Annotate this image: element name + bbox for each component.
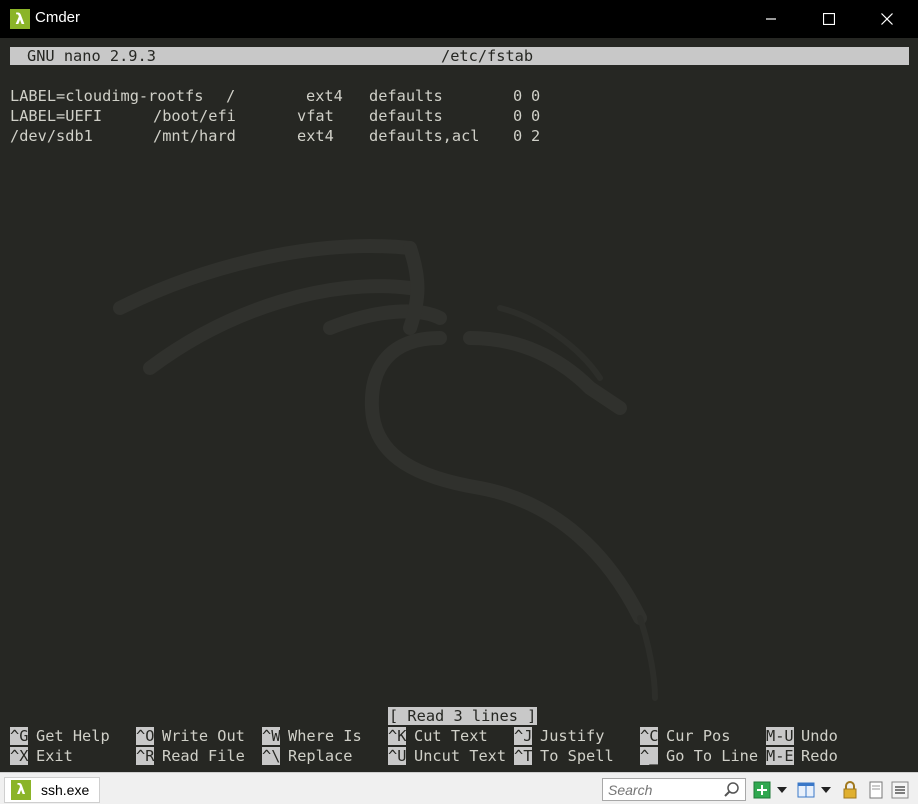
shortcut-cut-text[interactable]: ^K Cut Text bbox=[388, 726, 508, 746]
shortcut-go-to-line[interactable]: ^_ Go To Line bbox=[640, 746, 764, 766]
close-button[interactable] bbox=[858, 0, 916, 38]
shortcut-label: Cur Pos bbox=[666, 727, 731, 745]
lock-icon[interactable] bbox=[840, 780, 860, 800]
fstab-device: /dev/sdb1 bbox=[10, 127, 93, 145]
shortcut-label: Read File bbox=[162, 747, 245, 765]
fstab-pass: 0 bbox=[531, 107, 541, 125]
shortcut-label: Cut Text bbox=[414, 727, 488, 745]
shortcut-justify[interactable]: ^J Justify bbox=[514, 726, 634, 746]
maximize-button[interactable] bbox=[800, 0, 858, 38]
fstab-type: ext4 bbox=[306, 87, 343, 105]
dropdown-icon[interactable] bbox=[775, 780, 789, 800]
shortcut-key: ^T bbox=[514, 747, 533, 765]
shortcut-label: Exit bbox=[36, 747, 73, 765]
shortcut-label: To Spell bbox=[540, 747, 614, 765]
nano-status-message: [ Read 3 lines ] bbox=[388, 707, 538, 725]
shortcut-label: Get Help bbox=[36, 727, 110, 745]
fstab-mount: /boot/efi bbox=[153, 107, 236, 125]
shortcut-label: Go To Line bbox=[666, 747, 759, 765]
fstab-pass: 2 bbox=[531, 127, 541, 145]
fstab-type: ext4 bbox=[297, 127, 334, 145]
shortcut-key: ^R bbox=[136, 747, 155, 765]
fstab-pass: 0 bbox=[531, 87, 541, 105]
fstab-options: defaults,acl bbox=[369, 127, 480, 145]
file-name: /etc/fstab bbox=[441, 47, 534, 65]
shortcut-redo[interactable]: M-E Redo bbox=[766, 746, 886, 766]
kali-dragon-background-icon bbox=[113, 239, 658, 701]
status-bar: λ ssh.exe bbox=[0, 772, 918, 804]
search-icon[interactable] bbox=[723, 781, 741, 799]
title-bar: λ Cmder bbox=[0, 0, 918, 38]
shortcut-label: Justify bbox=[540, 727, 605, 745]
lambda-icon: λ bbox=[10, 9, 30, 29]
shortcut-to-spell[interactable]: ^T To Spell bbox=[514, 746, 634, 766]
shortcut-uncut-text[interactable]: ^U Uncut Text bbox=[388, 746, 512, 766]
search-input[interactable] bbox=[608, 779, 724, 800]
fstab-options: defaults bbox=[369, 87, 443, 105]
console-buffer-icon[interactable] bbox=[866, 780, 886, 800]
fstab-device: LABEL=UEFI bbox=[10, 107, 103, 125]
shortcut-key: ^W bbox=[262, 727, 281, 745]
fstab-row[interactable]: /dev/sdb1 /mnt/hard ext4 defaults,acl 0 … bbox=[10, 126, 540, 286]
shortcut-exit[interactable]: ^X Exit bbox=[10, 746, 130, 766]
shortcut-key: ^J bbox=[514, 727, 533, 745]
shortcut-label: Redo bbox=[801, 747, 838, 765]
shortcut-undo[interactable]: M-U Undo bbox=[766, 726, 886, 746]
shortcut-label: Undo bbox=[801, 727, 838, 745]
fstab-dump: 0 bbox=[513, 87, 523, 105]
shortcut-key: ^G bbox=[10, 727, 29, 745]
shortcut-key: M-E bbox=[766, 747, 794, 765]
nano-version: GNU nano 2.9.3 bbox=[27, 47, 156, 65]
settings-menu-icon[interactable] bbox=[890, 780, 910, 800]
fstab-dump: 0 bbox=[513, 127, 523, 145]
shortcut-cur-pos[interactable]: ^C Cur Pos bbox=[640, 726, 760, 746]
shortcut-where-is[interactable]: ^W Where Is bbox=[262, 726, 382, 746]
window-title: Cmder bbox=[35, 9, 81, 26]
fstab-mount: /mnt/hard bbox=[153, 127, 236, 145]
shortcut-label: Uncut Text bbox=[414, 747, 507, 765]
fstab-type: vfat bbox=[297, 107, 334, 125]
fstab-mount: / bbox=[226, 87, 236, 105]
minimize-icon bbox=[766, 18, 776, 20]
dropdown-icon[interactable] bbox=[819, 780, 833, 800]
shortcut-read-file[interactable]: ^R Read File bbox=[136, 746, 256, 766]
new-console-icon[interactable] bbox=[752, 780, 772, 800]
terminal-area[interactable]: GNU nano 2.9.3 /etc/fstab LABEL=cloudimg… bbox=[0, 38, 918, 772]
shortcut-get-help[interactable]: ^G Get Help bbox=[10, 726, 130, 746]
shortcut-key: ^\ bbox=[262, 747, 281, 765]
shortcut-key: ^X bbox=[10, 747, 29, 765]
shortcut-label: Replace bbox=[288, 747, 353, 765]
fstab-dump: 0 bbox=[513, 107, 523, 125]
shortcut-write-out[interactable]: ^O Write Out bbox=[136, 726, 256, 746]
shortcut-key: ^C bbox=[640, 727, 659, 745]
search-box[interactable] bbox=[602, 778, 746, 801]
shortcut-label: Where Is bbox=[288, 727, 362, 745]
lambda-icon: λ bbox=[11, 780, 31, 800]
shortcut-key: ^_ bbox=[640, 747, 659, 765]
close-icon bbox=[881, 13, 893, 25]
tab-label: ssh.exe bbox=[41, 782, 90, 798]
maximize-icon bbox=[823, 13, 835, 25]
shortcut-key: ^K bbox=[388, 727, 407, 745]
split-view-icon[interactable] bbox=[796, 780, 816, 800]
shortcut-key: M-U bbox=[766, 727, 794, 745]
shortcut-key: ^U bbox=[388, 747, 407, 765]
console-tab[interactable]: λ ssh.exe bbox=[4, 777, 100, 803]
shortcut-key: ^O bbox=[136, 727, 155, 745]
nano-header: GNU nano 2.9.3 /etc/fstab bbox=[10, 47, 909, 65]
shortcut-replace[interactable]: ^\ Replace bbox=[262, 746, 382, 766]
fstab-device: LABEL=cloudimg-rootfs bbox=[10, 87, 204, 105]
fstab-options: defaults bbox=[369, 107, 443, 125]
shortcut-label: Write Out bbox=[162, 727, 245, 745]
minimize-button[interactable] bbox=[742, 0, 800, 38]
